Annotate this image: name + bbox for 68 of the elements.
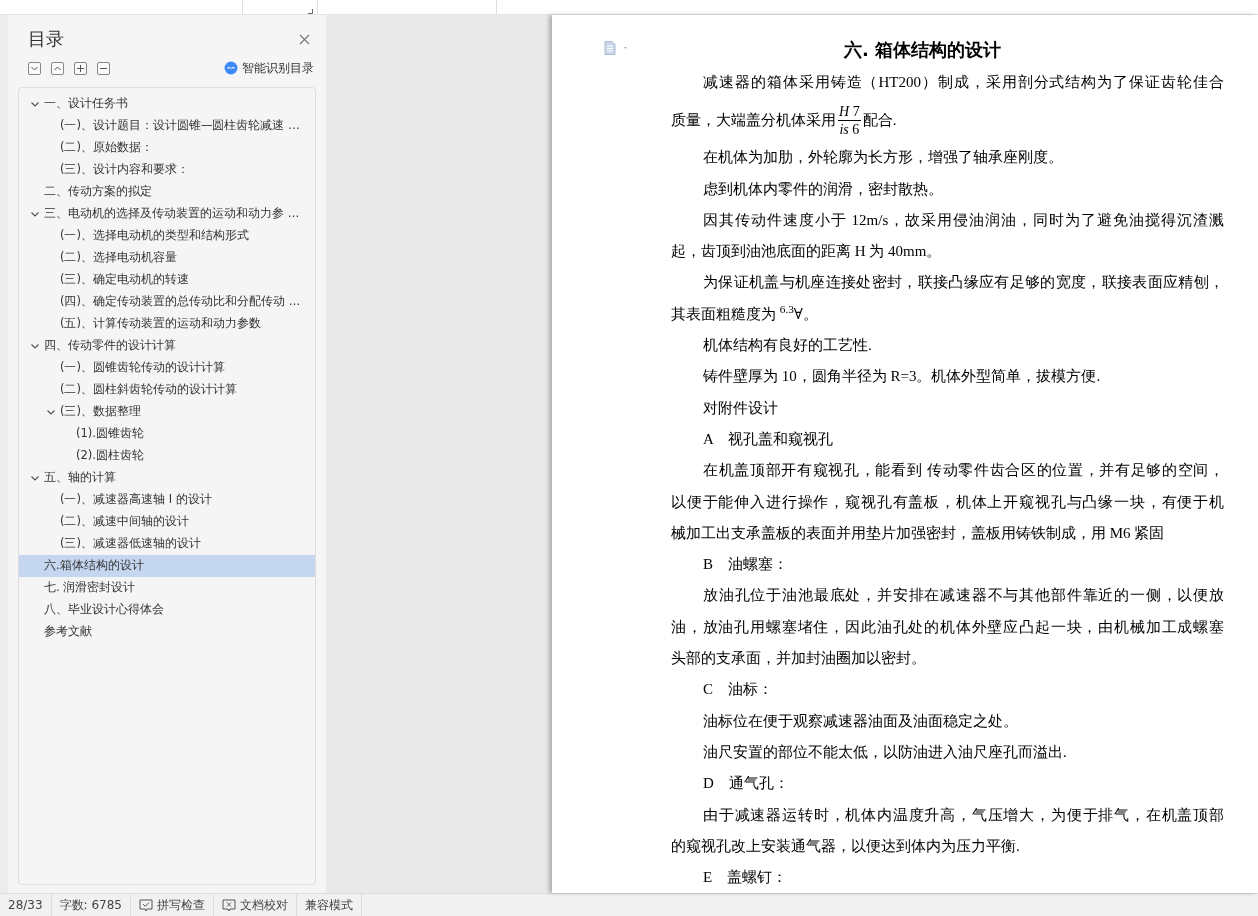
outline-item[interactable]: 八、毕业设计心得体会 bbox=[19, 599, 315, 621]
outline-item[interactable]: 六.箱体结构的设计 bbox=[19, 555, 315, 577]
text-line: 在机体为加肋，外轮廓为长方形，增强了轴承座刚度。 bbox=[702, 148, 1064, 168]
minus-icon[interactable] bbox=[97, 61, 110, 75]
text-line: 质量，大端盖分机体采用 H 7 is 6 配合. bbox=[671, 101, 898, 139]
text-line: 油尺安置的部位不能太低，以防油进入油尺座孔而溢出. bbox=[702, 742, 1068, 762]
outline-item[interactable]: (三)、确定电动机的转速 bbox=[19, 269, 315, 291]
text-line: 放油孔位于油池最底处，并安排在减速器不与其他部件靠近的一侧，以便放 bbox=[702, 586, 1224, 606]
plus-icon[interactable] bbox=[74, 61, 87, 75]
outline-item[interactable]: (三)、数据整理 bbox=[19, 401, 315, 423]
text-line: 因其传动件速度小于 12m/s，故采用侵油润油，同时为了避免油搅得沉渣溅 bbox=[702, 210, 1224, 230]
close-icon[interactable] bbox=[299, 33, 310, 45]
text-line: D 通气孔： bbox=[702, 774, 790, 794]
text-line: 虑到机体内零件的润滑，密封散热。 bbox=[702, 179, 944, 199]
document-heading: 六. 箱体结构的设计 bbox=[842, 38, 1003, 62]
spell-check-button[interactable]: 拼写检查 bbox=[157, 896, 205, 914]
page-count: 28/33 bbox=[0, 894, 52, 916]
text-line: E 盖螺钉： bbox=[702, 868, 789, 888]
resize-corner-icon bbox=[308, 9, 313, 14]
text-line: 在机盖顶部开有窥视孔，能看到 传动零件齿合区的位置，并有足够的空间， bbox=[702, 461, 1224, 481]
text-line: 为保证机盖与机座连接处密封，联接凸缘应有足够的宽度，联接表面应精刨， bbox=[702, 273, 1224, 293]
smart-toc-link[interactable]: 智能识别目录 bbox=[242, 59, 314, 77]
outline-item[interactable]: (二)、原始数据： bbox=[19, 137, 315, 159]
text-line: 械加工出支承盖板的表面并用垫片加强密封，盖板用铸铁制成，用 M6 紧固 bbox=[671, 523, 1166, 543]
outline-item[interactable]: (一)、选择电动机的类型和结构形式 bbox=[19, 225, 315, 247]
spell-check-icon[interactable] bbox=[139, 898, 153, 912]
text-line: 以便于能伸入进行操作，窥视孔有盖板，机体上开窥视孔与凸缘一块，有便于机 bbox=[671, 492, 1224, 512]
outline-item[interactable]: (2).圆柱齿轮 bbox=[19, 445, 315, 467]
outline-item[interactable]: 七. 润滑密封设计 bbox=[19, 577, 315, 599]
text-line: 由于减速器运转时，机体内温度升高，气压增大，为便于排气，在机盖顶部 bbox=[702, 805, 1224, 825]
proofread-icon[interactable] bbox=[222, 898, 236, 912]
text-line: 头部的支承面，并加封油圈加以密封。 bbox=[671, 649, 927, 669]
outline-item[interactable]: (一)、圆锥齿轮传动的设计计算 bbox=[19, 357, 315, 379]
text-line: 油标位在便于观察减速器油面及油面稳定之处。 bbox=[702, 711, 1019, 731]
outline-item[interactable]: (三)、设计内容和要求： bbox=[19, 159, 315, 181]
outline-item[interactable]: 二、传动方案的拟定 bbox=[19, 181, 315, 203]
outline-item[interactable]: (三)、减速器低速轴的设计 bbox=[19, 533, 315, 555]
smart-toc-icon bbox=[224, 61, 238, 75]
panel-title: 目录 bbox=[27, 27, 64, 51]
proofread-button[interactable]: 文档校对 bbox=[240, 896, 288, 914]
outline-item[interactable]: 三、电动机的选择及传动装置的运动和动力参 … bbox=[19, 203, 315, 225]
outline-item[interactable]: 一、设计任务书 bbox=[19, 93, 315, 115]
word-count: 字数: 6785 bbox=[51, 894, 131, 916]
text-line: 铸件壁厚为 10，圆角半径为 R=3。机体外型简单，拔模方便. bbox=[702, 367, 1102, 387]
text-line: 其表面粗糙度为 $^{6.3}$∀。 bbox=[671, 302, 819, 324]
outline-item[interactable]: (五)、计算传动装置的运动和动力参数 bbox=[19, 313, 315, 335]
text-line: 起，齿顶到油池底面的距离 H 为 40mm。 bbox=[671, 242, 943, 262]
text-line: 的窥视孔改上安装通气器，以便达到体内为压力平衡. bbox=[671, 836, 1021, 856]
text-line: 对附件设计 bbox=[702, 398, 779, 418]
compat-mode-label: 兼容模式 bbox=[297, 894, 362, 916]
outline-item[interactable]: 五、轴的计算 bbox=[19, 467, 315, 489]
text-line: 油，放油孔用螺塞堵住，因此油孔处的机体外壁应凸起一块，由机械加工成螺塞 bbox=[671, 617, 1224, 637]
text-line: A 视孔盖和窥视孔 bbox=[702, 429, 834, 449]
outline-item[interactable]: 四、传动零件的设计计算 bbox=[19, 335, 315, 357]
outline-item[interactable]: (二)、选择电动机容量 bbox=[19, 247, 315, 269]
collapse-all-icon[interactable] bbox=[51, 61, 64, 75]
outline-item[interactable]: (1).圆锥齿轮 bbox=[19, 423, 315, 445]
outline-item[interactable]: (二)、减速中间轴的设计 bbox=[19, 511, 315, 533]
expand-all-icon[interactable] bbox=[28, 61, 41, 75]
text-line: C 油标： bbox=[702, 680, 774, 700]
text-line: 机体结构有良好的工艺性. bbox=[702, 336, 873, 356]
text-line: 减速器的箱体采用铸造（HT200）制成，采用剖分式结构为了保证齿轮佳合 bbox=[702, 73, 1224, 92]
outline-item[interactable]: (二)、圆柱斜齿轮传动的设计计算 bbox=[19, 379, 315, 401]
outline-item[interactable]: (一)、设计题目：设计圆锥—圆柱齿轮减速 … bbox=[19, 115, 315, 137]
text-line: B 油螺塞： bbox=[702, 555, 789, 575]
outline-item[interactable]: (四)、确定传动装置的总传动比和分配传动 … bbox=[19, 291, 315, 313]
outline-item[interactable]: 参考文献 bbox=[19, 621, 315, 643]
outline-item[interactable]: (一)、减速器高速轴 I 的设计 bbox=[19, 489, 315, 511]
